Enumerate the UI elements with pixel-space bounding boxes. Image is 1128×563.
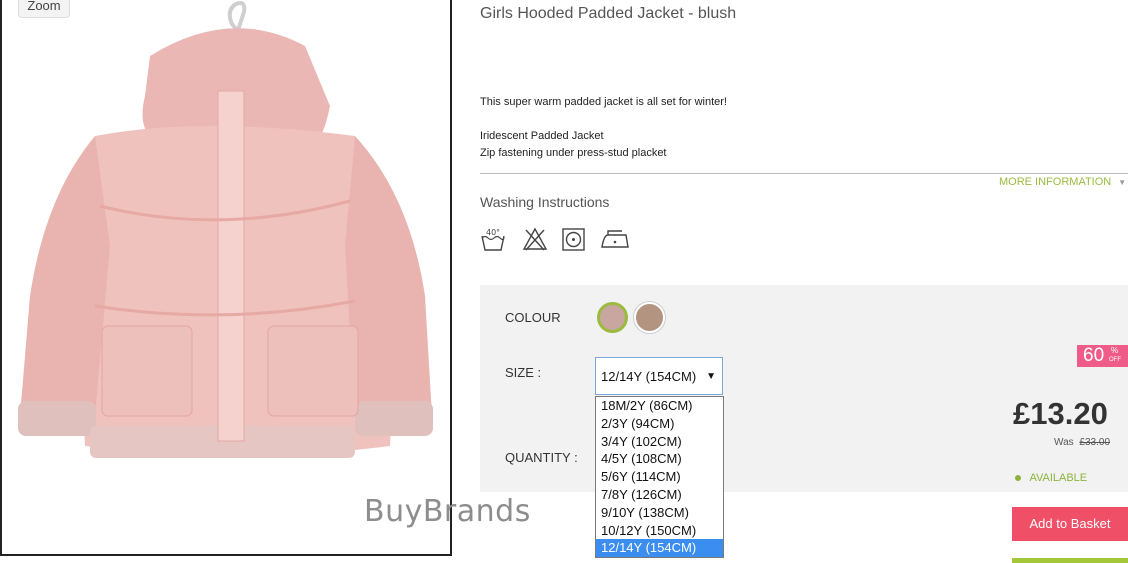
discount-percent: % bbox=[1111, 346, 1119, 355]
size-option[interactable]: 5/6Y (114CM) bbox=[596, 468, 723, 486]
size-option[interactable]: 9/10Y (138CM) bbox=[596, 504, 723, 522]
tumble-dry-icon bbox=[562, 228, 585, 251]
wash-40-icon: 40° bbox=[481, 228, 505, 251]
washing-instructions-title: Washing Instructions bbox=[480, 194, 610, 210]
product-image[interactable] bbox=[0, 0, 450, 556]
colour-swatch[interactable] bbox=[634, 302, 665, 333]
colour-swatch-selected[interactable] bbox=[597, 302, 628, 333]
status-dot-icon bbox=[1015, 475, 1021, 482]
availability-status: AVAILABLE bbox=[1015, 472, 1087, 484]
price: £13.20 bbox=[1013, 396, 1108, 431]
colour-label: COLOUR bbox=[505, 310, 561, 325]
dropdown-arrow-icon: ▼ bbox=[706, 371, 716, 382]
more-information-label[interactable]: MORE INFORMATION bbox=[999, 176, 1111, 188]
quantity-label: QUANTITY : bbox=[505, 450, 578, 465]
add-to-basket-button[interactable]: Add to Basket bbox=[1012, 507, 1128, 541]
size-option[interactable]: 10/12Y (150CM) bbox=[596, 522, 723, 540]
zoom-button[interactable]: Zoom bbox=[18, 0, 70, 18]
size-select[interactable]: 12/14Y (154CM) ▼ bbox=[595, 357, 723, 395]
was-price-value: £33.00 bbox=[1079, 437, 1111, 448]
divider bbox=[480, 173, 1128, 174]
description-line: Iridescent Padded Jacket bbox=[480, 130, 604, 142]
description-line: Zip fastening under press-stud placket bbox=[480, 147, 667, 159]
product-title: Girls Hooded Padded Jacket - blush bbox=[480, 5, 737, 22]
discount-badge: 60 % OFF bbox=[1077, 345, 1128, 367]
discount-value: 60 bbox=[1083, 345, 1105, 366]
more-information-link[interactable]: MORE INFORMATION ▼ bbox=[999, 176, 1126, 188]
size-option[interactable]: 7/8Y (126CM) bbox=[596, 486, 723, 504]
size-option[interactable]: 4/5Y (108CM) bbox=[596, 450, 723, 468]
watermark: BuyBrands bbox=[364, 494, 531, 529]
size-option[interactable]: 2/3Y (94CM) bbox=[596, 415, 723, 433]
size-label: SIZE : bbox=[505, 365, 542, 380]
size-select-value: 12/14Y (154CM) bbox=[601, 369, 697, 384]
no-bleach-icon bbox=[522, 227, 548, 251]
size-option[interactable]: 3/4Y (102CM) bbox=[596, 433, 723, 451]
size-option[interactable]: 18M/2Y (86CM) bbox=[596, 397, 723, 415]
size-option-selected[interactable]: 12/14Y (154CM) bbox=[596, 539, 723, 558]
chevron-down-icon: ▼ bbox=[1118, 178, 1127, 187]
iron-icon bbox=[601, 230, 629, 248]
discount-off: OFF bbox=[1109, 357, 1121, 363]
secondary-button-edge[interactable] bbox=[1012, 558, 1128, 563]
wash-temp-label: 40° bbox=[486, 228, 500, 237]
was-label: Was bbox=[1054, 437, 1074, 448]
size-dropdown-list: 18M/2Y (86CM) 2/3Y (94CM) 3/4Y (102CM) 4… bbox=[595, 396, 724, 558]
availability-label: AVAILABLE bbox=[1029, 472, 1088, 484]
description-line: This super warm padded jacket is all set… bbox=[480, 96, 727, 108]
product-image-frame bbox=[0, 0, 452, 556]
was-price: Was £33.00 bbox=[1054, 437, 1110, 448]
